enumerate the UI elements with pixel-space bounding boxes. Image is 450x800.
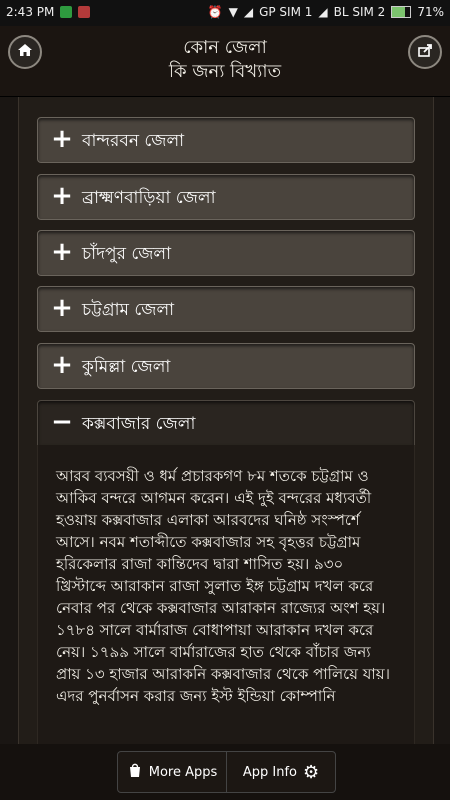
accordion-label: ব্রাক্ষ্মণবাড়িয়া জেলা xyxy=(82,188,216,208)
alarm-icon: ⏰ xyxy=(207,5,223,19)
accordion-item-chandpur[interactable]: + চাঁদপুর জেলা xyxy=(37,230,415,276)
battery-percent: 71% xyxy=(417,5,444,19)
battery-icon xyxy=(391,6,412,18)
status-bar: 2:43 PM ⏰ ▼ ◢ GP SIM 1 ◢ BL SIM 2 71% xyxy=(0,0,450,26)
accordion-label: চট্টগ্রাম জেলা xyxy=(82,300,175,320)
shopping-bag-icon xyxy=(127,762,143,782)
accordion-label: কুমিল্লা জেলা xyxy=(82,357,171,377)
share-icon xyxy=(417,42,433,62)
accordion-body: আরব ব্যবসয়ী ও ধর্ম প্রচারকগণ ৮ম শতকে চট… xyxy=(37,445,415,744)
app-info-button[interactable]: App Info ⚙ xyxy=(227,752,335,792)
accordion-body-text: আরব ব্যবসয়ী ও ধর্ম প্রচারকগণ ৮ম শতকে চট… xyxy=(56,467,390,705)
accordion-item-comilla[interactable]: + কুমিল্লা জেলা xyxy=(37,343,415,389)
signal-icon-2: ◢ xyxy=(318,5,328,19)
title-line-1: কোন জেলা xyxy=(183,37,267,58)
sim2-label: BL SIM 2 xyxy=(333,5,386,19)
accordion-label: কক্সবাজার জেলা xyxy=(82,414,196,434)
home-icon xyxy=(17,42,33,62)
notification-icon xyxy=(60,6,73,18)
accordion-item-brahmanbaria[interactable]: + ব্রাক্ষ্মণবাড়িয়া জেলা xyxy=(37,174,415,220)
accordion-item-chittagong[interactable]: + চট্টগ্রাম জেলা xyxy=(37,286,415,332)
title-line-2: কি জন্য বিখ্যাত xyxy=(168,61,282,82)
signal-icon-1: ◢ xyxy=(243,5,254,19)
plus-icon: + xyxy=(51,124,73,154)
plus-icon: + xyxy=(51,237,73,267)
sim1-label: GP SIM 1 xyxy=(259,5,313,19)
page-title: কোন জেলা কি জন্য বিখ্যাত xyxy=(80,36,370,84)
more-apps-button[interactable]: More Apps xyxy=(118,752,226,792)
bottom-button-group: More Apps App Info ⚙ xyxy=(117,751,336,793)
accordion-label: চাঁদপুর জেলা xyxy=(82,244,172,264)
plus-icon: + xyxy=(51,293,73,323)
accordion-item-coxsbazar[interactable]: − কক্সবাজার জেলা xyxy=(37,400,415,446)
plus-icon: + xyxy=(51,350,73,380)
home-button[interactable] xyxy=(8,35,42,69)
accordion-container: + বান্দরবন জেলা + ব্রাক্ষ্মণবাড়িয়া জেল… xyxy=(18,97,434,744)
app-bar: কোন জেলা কি জন্য বিখ্যাত xyxy=(0,26,450,97)
notification-icon-2 xyxy=(78,6,91,18)
minus-icon: − xyxy=(51,407,73,437)
more-apps-label: More Apps xyxy=(148,764,218,780)
app-info-label: App Info xyxy=(242,764,297,780)
accordion-item-bandarban[interactable]: + বান্দরবন জেলা xyxy=(37,117,415,163)
share-button[interactable] xyxy=(408,35,442,69)
bottom-bar: More Apps App Info ⚙ xyxy=(0,744,450,800)
gear-icon: ⚙ xyxy=(303,761,320,783)
wifi-icon: ▼ xyxy=(228,5,238,19)
plus-icon: + xyxy=(51,181,73,211)
accordion-label: বান্দরবন জেলা xyxy=(82,131,185,151)
status-time: 2:43 PM xyxy=(6,5,55,19)
